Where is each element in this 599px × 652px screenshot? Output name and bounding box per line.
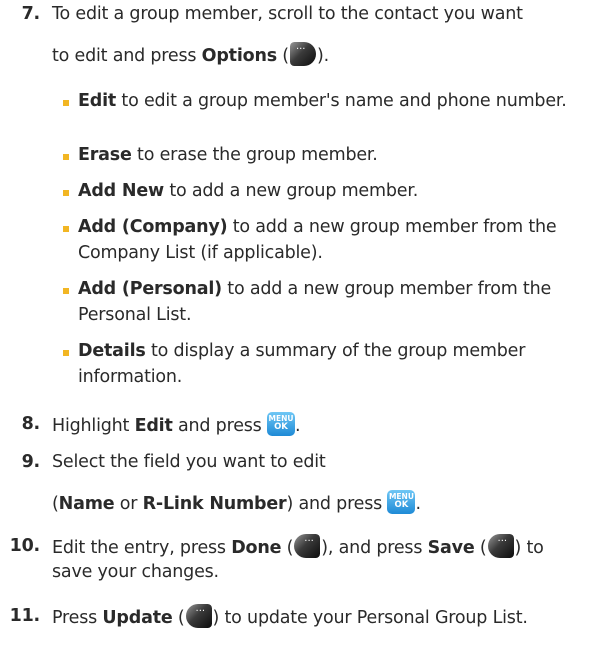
step-number: 7. [21,4,41,24]
step-text: save your changes. [52,562,219,582]
step-number: 8. [21,414,41,434]
list-item: Add New to add a new group member. [63,178,578,204]
list-item: Edit to edit a group member's name and p… [63,88,578,114]
step-text: (Name or R-Link Number) and press MENU OK… [52,490,421,514]
menu-ok-key-icon: MENU OK [387,490,416,514]
options-softkey-icon [289,42,316,66]
list-item: Add (Personal) to add a new group member… [63,276,578,328]
list-item: Add (Company) to add a new group member … [63,214,578,266]
step-text: Highlight Edit and press MENU OK. [52,412,301,436]
bullet-icon [63,288,69,294]
instruction-page: 7. To edit a group member, scroll to the… [0,0,599,652]
menu-ok-key-icon: MENU OK [266,412,295,436]
bullet-icon [63,154,69,160]
done-softkey-icon [294,534,321,558]
bullet-icon [63,100,69,106]
list-item: Details to display a summary of the grou… [63,338,578,390]
step-number: 9. [21,452,41,472]
step-number: 11. [9,606,41,626]
list-item: Erase to erase the group member. [63,142,578,168]
step-text: To edit a group member, scroll to the co… [52,4,523,24]
step-text: Edit the entry, press Done (), and press… [52,534,544,560]
bullet-icon [63,190,69,196]
step-text: to edit and press Options (). [52,42,329,68]
step-text: Select the field you want to edit [52,452,326,472]
update-softkey-icon [185,604,212,628]
save-softkey-icon [487,534,514,558]
step-number: 10. [9,536,41,556]
step-text: Press Update () to update your Personal … [52,604,528,630]
bullet-icon [63,226,69,232]
bullet-icon [63,350,69,356]
